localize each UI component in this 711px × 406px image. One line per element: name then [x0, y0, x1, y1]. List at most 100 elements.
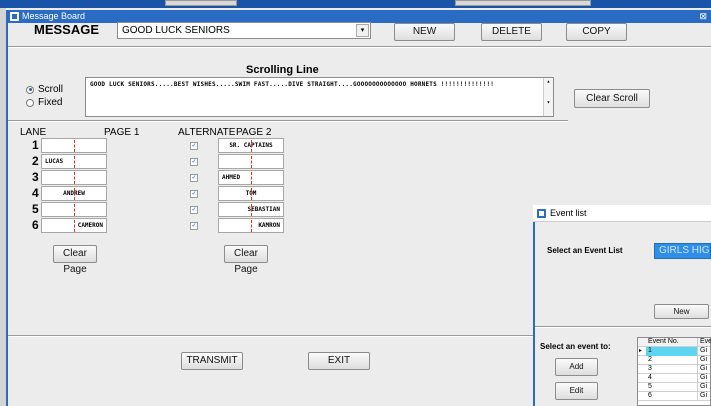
divider	[8, 120, 568, 122]
alternate-checkbox[interactable]: ✓	[190, 142, 198, 150]
new-button[interactable]: NEW	[394, 23, 455, 41]
lane-page2-text: AHMED	[222, 174, 241, 181]
event-number-cell: 2	[646, 356, 698, 365]
center-guide-line	[251, 172, 252, 184]
event-number-cell: 6	[646, 392, 698, 401]
event-list-titlebar[interactable]: Event list	[533, 205, 711, 222]
row-pointer-icon: ▸	[639, 348, 643, 354]
message-select[interactable]: GOOD LUCK SENIORS ▾	[117, 22, 371, 39]
parent-app-button[interactable]	[165, 0, 237, 6]
alternate-checkbox[interactable]: ✓	[190, 190, 198, 198]
event-name-cell: Gi	[700, 365, 707, 372]
close-icon[interactable]: ⊠	[699, 10, 707, 23]
event-list-select[interactable]: GIRLS HIGH SC	[654, 243, 711, 259]
alternate-checkbox[interactable]: ✓	[190, 222, 198, 230]
event-name-cell: Gi	[700, 383, 707, 390]
message-select-value: GOOD LUCK SENIORS	[122, 25, 230, 36]
event-name-cell: Gi	[700, 347, 707, 354]
center-guide-line	[74, 204, 75, 216]
scroll-radio-label: Scroll	[38, 84, 64, 95]
select-event-label: Select an event to:	[540, 342, 611, 351]
fixed-radio-label: Fixed	[38, 97, 63, 108]
transmit-button[interactable]: TRANSMIT	[181, 352, 243, 370]
column-header[interactable]: Event No.	[646, 338, 698, 347]
event-name-cell: Gi	[700, 392, 707, 399]
parent-app-toolbar	[0, 0, 711, 8]
clear-page1-button[interactable]: Clear Page	[53, 245, 97, 275]
parent-app-button[interactable]	[455, 0, 591, 6]
lane-page1-text: CAMERON	[77, 222, 103, 229]
lane-page2-field[interactable]: TOM	[218, 186, 284, 201]
center-guide-line	[251, 188, 252, 200]
lane-page1-field[interactable]	[41, 202, 107, 217]
lane-page2-field[interactable]: KAMRON	[218, 218, 284, 233]
clear-page2-button[interactable]: Clear Page	[224, 245, 268, 275]
event-name-cell: Gi	[700, 374, 707, 381]
table-row[interactable]: 3 Gi	[638, 365, 710, 374]
table-row[interactable]: 2 Gi	[638, 356, 710, 365]
app-icon	[537, 209, 546, 218]
add-event-button[interactable]: Add	[555, 358, 598, 376]
center-guide-line	[74, 140, 75, 152]
radio-unselected-icon	[26, 98, 34, 107]
lane-page2-field[interactable]: SR. CAPTAINS	[218, 138, 284, 153]
event-number-cell: 3	[646, 365, 698, 374]
lane-page1-field[interactable]: CAMERON	[41, 218, 107, 233]
table-row[interactable]: 6 Gi	[638, 392, 710, 401]
event-number-cell: 1	[646, 347, 698, 356]
event-name-cell: Gi	[700, 356, 707, 363]
lane-page1-field[interactable]	[41, 170, 107, 185]
table-row[interactable]: 4 Gi	[638, 374, 710, 383]
dropdown-arrow-icon[interactable]: ▾	[356, 24, 369, 37]
radio-selected-icon	[26, 85, 34, 94]
scroll-text: GOOD LUCK SENIORS.....BEST WISHES.....SW…	[90, 81, 495, 88]
scrolling-line-heading: Scrolling Line	[246, 64, 319, 76]
event-number-cell: 4	[646, 374, 698, 383]
fixed-radio[interactable]: Fixed	[26, 97, 62, 108]
center-guide-line	[251, 156, 252, 168]
event-list-title: Event list	[550, 208, 587, 218]
event-table[interactable]: Event No. Eve ▸ 1 Gi 2 Gi 3 Gi 4 Gi 5 Gi…	[637, 337, 711, 406]
lane-page1-field[interactable]: LUCAS	[41, 154, 107, 169]
divider	[8, 46, 711, 48]
table-row[interactable]: ▸ 1 Gi	[638, 347, 710, 356]
scroll-text-scrollbar[interactable]: ▴ ▾	[543, 78, 553, 116]
scroll-text-box[interactable]: GOOD LUCK SENIORS.....BEST WISHES.....SW…	[85, 77, 554, 117]
exit-button[interactable]: EXIT	[308, 352, 370, 370]
lane-page1-field[interactable]	[41, 138, 107, 153]
lane-header: LANE	[20, 127, 47, 138]
new-event-list-button[interactable]: New	[654, 304, 709, 319]
lane-page1-field[interactable]: ANDREW	[41, 186, 107, 201]
app-icon	[10, 12, 19, 21]
center-guide-line	[74, 220, 75, 232]
divider	[535, 326, 711, 328]
alternate-checkbox[interactable]: ✓	[190, 158, 198, 166]
table-row[interactable]: 5 Gi	[638, 383, 710, 392]
clear-scroll-button[interactable]: Clear Scroll	[574, 89, 650, 108]
page2-header: PAGE 2	[236, 127, 272, 138]
lane-page2-field[interactable]: SEBASTIAN	[218, 202, 284, 217]
center-guide-line	[74, 188, 75, 200]
alternate-checkbox[interactable]: ✓	[190, 174, 198, 182]
center-guide-line	[74, 156, 75, 168]
center-guide-line	[251, 220, 252, 232]
lane-page2-field[interactable]	[218, 154, 284, 169]
lane-page1-text: LUCAS	[45, 158, 64, 165]
alternate-header: ALTERNATE	[178, 127, 236, 138]
copy-button[interactable]: COPY	[566, 23, 627, 41]
lane-page2-field[interactable]: AHMED	[218, 170, 284, 185]
scroll-radio[interactable]: Scroll	[26, 84, 63, 95]
center-guide-line	[251, 204, 252, 216]
column-header[interactable]: Eve	[698, 338, 711, 346]
select-event-list-label: Select an Event List	[547, 246, 623, 255]
edit-event-button[interactable]: Edit	[555, 382, 598, 400]
delete-button[interactable]: DELETE	[481, 23, 542, 41]
alternate-checkbox[interactable]: ✓	[190, 206, 198, 214]
table-header: Event No. Eve	[638, 338, 711, 347]
center-guide-line	[74, 172, 75, 184]
lane-page2-text: KAMRON	[258, 222, 280, 229]
event-number-cell: 5	[646, 383, 698, 392]
lane-page2-text: SEBASTIAN	[247, 206, 280, 213]
message-label: MESSAGE	[34, 22, 100, 37]
center-guide-line	[251, 140, 252, 152]
